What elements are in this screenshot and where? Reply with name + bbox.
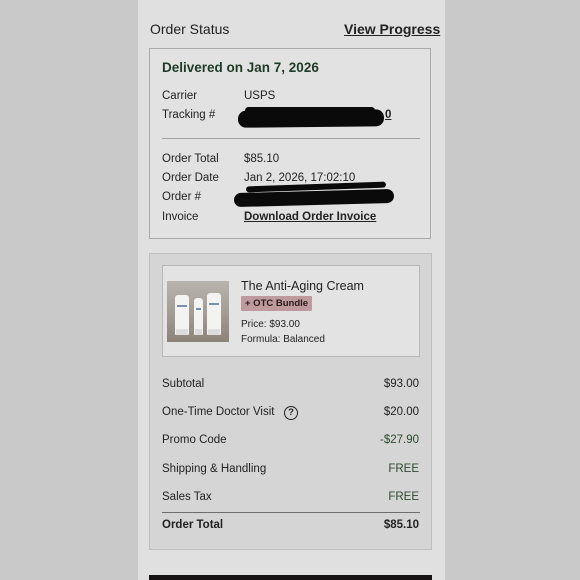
tracking-number-link[interactable]: 0	[385, 109, 391, 121]
shipping-value: FREE	[388, 463, 419, 475]
product-image	[167, 281, 229, 342]
bottom-action-bar[interactable]	[149, 575, 432, 580]
carrier-label: Carrier	[162, 90, 198, 102]
download-invoice-link[interactable]: Download Order Invoice	[244, 211, 376, 223]
tracking-redaction-stroke	[245, 107, 375, 114]
promo-code-label: Promo Code	[162, 434, 227, 446]
subtotal-value: $93.00	[383, 378, 419, 390]
shipping-label: Shipping & Handling	[162, 463, 267, 475]
otc-bundle-badge: + OTC Bundle	[241, 296, 313, 311]
details-divider	[162, 138, 420, 139]
view-progress-link[interactable]: View Progress	[344, 21, 440, 37]
order-date-label: Order Date	[162, 172, 219, 184]
promo-code-value: -$27.90	[379, 434, 419, 446]
product-name: The Anti-Aging Cream	[241, 279, 364, 293]
subtotal-label: Subtotal	[162, 378, 205, 390]
invoice-label: Invoice	[162, 211, 199, 223]
summary-total-value: $85.10	[383, 519, 419, 531]
delivery-status: Delivered on Jan 7, 2026	[162, 60, 319, 75]
help-icon[interactable]: ?	[284, 406, 298, 420]
order-total-value: $85.10	[244, 153, 280, 165]
tube-icon	[207, 293, 221, 335]
carrier-value: USPS	[244, 90, 276, 102]
sales-tax-label: Sales Tax	[162, 491, 212, 503]
product-price: Price: $93.00	[241, 319, 300, 330]
summary-divider	[162, 512, 420, 513]
sales-tax-value: FREE	[388, 491, 419, 503]
tube-icon	[175, 295, 189, 335]
doctor-visit-label: One-Time Doctor Visit	[162, 406, 275, 418]
summary-total-label: Order Total	[162, 519, 224, 531]
product-formula: Formula: Balanced	[241, 334, 325, 345]
tube-icon	[194, 298, 203, 335]
page-title: Order Status	[150, 21, 230, 37]
tracking-label: Tracking #	[162, 109, 216, 121]
doctor-visit-value: $20.00	[383, 406, 419, 418]
order-total-label: Order Total	[162, 153, 219, 165]
order-number-label: Order #	[162, 191, 201, 203]
